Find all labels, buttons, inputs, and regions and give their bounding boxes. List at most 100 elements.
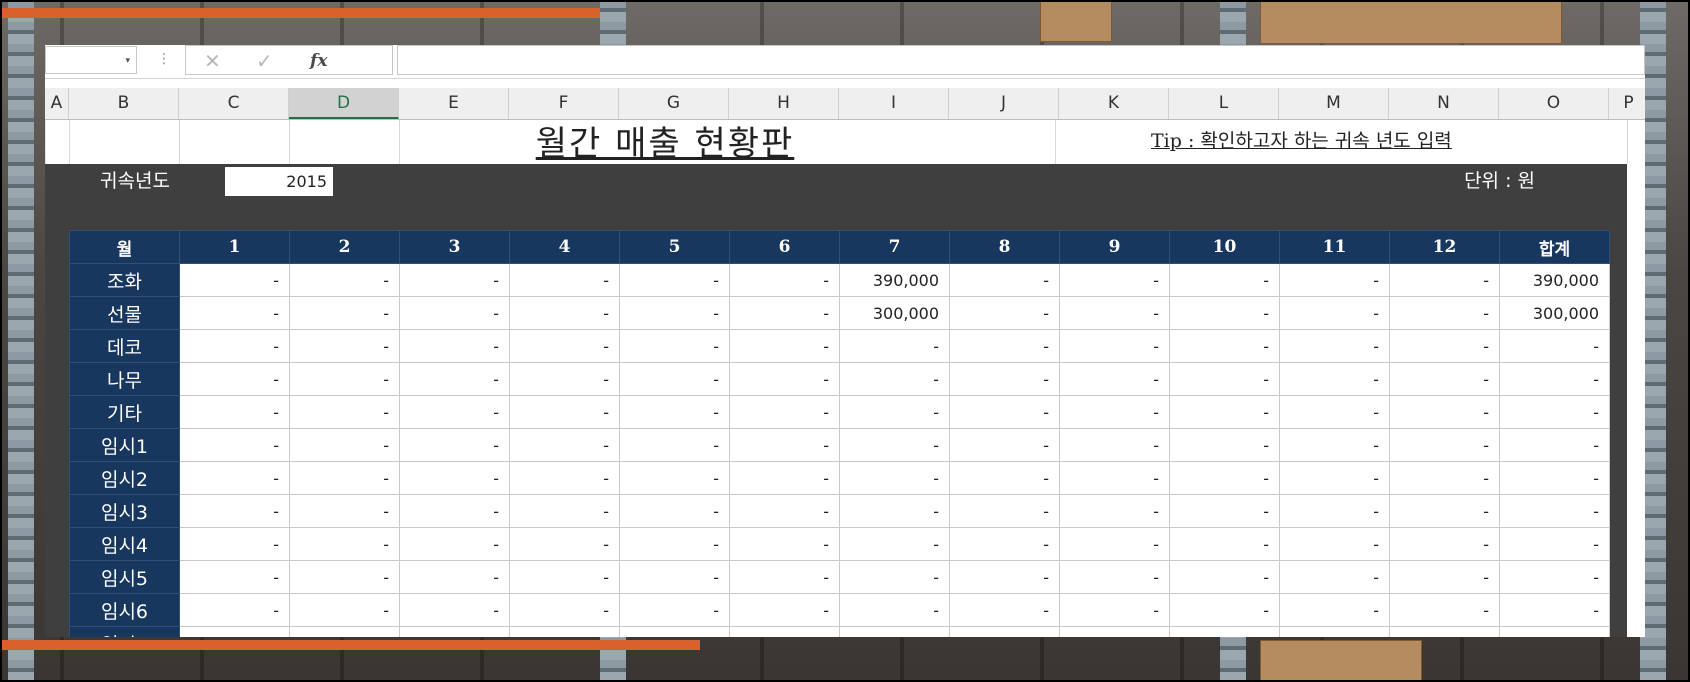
table-cell[interactable]: -	[839, 362, 950, 396]
table-cell[interactable]: -	[1169, 395, 1280, 429]
table-cell[interactable]: -	[1279, 296, 1390, 330]
table-cell[interactable]: -	[1389, 263, 1500, 297]
table-cell[interactable]: -	[1059, 428, 1170, 462]
table-cell[interactable]: -	[399, 263, 510, 297]
table-cell[interactable]: -	[1499, 527, 1610, 561]
year-input-cell[interactable]: 2015	[225, 167, 333, 196]
table-cell[interactable]: -	[1059, 494, 1170, 528]
table-cell[interactable]: -	[289, 461, 400, 495]
table-cell[interactable]: -	[1059, 461, 1170, 495]
table-cell[interactable]: -	[1169, 362, 1280, 396]
table-cell[interactable]: -	[949, 494, 1060, 528]
table-cell[interactable]: -	[1499, 494, 1610, 528]
table-cell[interactable]: -	[1279, 263, 1390, 297]
table-cell[interactable]: -	[509, 263, 620, 297]
column-header-b[interactable]: B	[69, 88, 179, 119]
table-header-cell[interactable]: 합계	[1499, 230, 1610, 264]
table-cell[interactable]: -	[1389, 329, 1500, 363]
table-cell[interactable]: -	[289, 626, 400, 637]
table-cell[interactable]: -	[619, 362, 730, 396]
table-cell[interactable]: 20,000	[1499, 626, 1610, 637]
column-header-f[interactable]: F	[509, 88, 619, 119]
table-cell[interactable]: -	[289, 593, 400, 627]
sheet-grid[interactable]: 월간 매출 현황판 Tip : 확인하고자 하는 귀속 년도 입력 귀속년도 2…	[45, 120, 1645, 637]
table-cell[interactable]: -	[949, 560, 1060, 594]
table-cell[interactable]: -	[399, 329, 510, 363]
table-cell[interactable]: -	[179, 329, 290, 363]
table-cell[interactable]: -	[399, 494, 510, 528]
table-cell[interactable]: -	[179, 527, 290, 561]
table-cell[interactable]: -	[619, 626, 730, 637]
table-cell[interactable]: -	[509, 296, 620, 330]
table-cell[interactable]: -	[509, 362, 620, 396]
table-cell[interactable]: -	[1169, 461, 1280, 495]
chevron-down-icon[interactable]: ▾	[125, 56, 130, 66]
column-header-n[interactable]: N	[1389, 88, 1499, 119]
column-header-d[interactable]: D	[289, 88, 399, 119]
table-cell[interactable]: -	[1059, 560, 1170, 594]
table-header-cell[interactable]: 7	[839, 230, 950, 264]
column-header-g[interactable]: G	[619, 88, 729, 119]
table-cell[interactable]: -	[1169, 263, 1280, 297]
table-cell[interactable]: -	[1499, 461, 1610, 495]
row-header-cell[interactable]: 나무	[69, 362, 180, 396]
table-header-cell[interactable]: 4	[509, 230, 620, 264]
table-cell[interactable]: 390,000	[839, 263, 950, 297]
table-cell[interactable]: -	[509, 461, 620, 495]
table-cell[interactable]: -	[179, 461, 290, 495]
table-cell[interactable]: -	[289, 395, 400, 429]
table-cell[interactable]: -	[1389, 593, 1500, 627]
table-cell[interactable]: -	[289, 296, 400, 330]
table-cell[interactable]: -	[839, 626, 950, 637]
table-cell[interactable]: -	[399, 395, 510, 429]
table-cell[interactable]: -	[619, 329, 730, 363]
table-cell[interactable]: -	[509, 329, 620, 363]
column-header-o[interactable]: O	[1499, 88, 1609, 119]
table-cell[interactable]: -	[949, 263, 1060, 297]
table-cell[interactable]: -	[179, 263, 290, 297]
table-header-cell[interactable]: 10	[1169, 230, 1280, 264]
table-cell[interactable]: -	[1499, 395, 1610, 429]
table-cell[interactable]: -	[399, 527, 510, 561]
table-cell[interactable]: -	[1389, 461, 1500, 495]
row-header-cell[interactable]: 임시4	[69, 527, 180, 561]
table-cell[interactable]: -	[509, 560, 620, 594]
table-cell[interactable]: -	[179, 395, 290, 429]
table-cell[interactable]: -	[949, 395, 1060, 429]
table-header-cell[interactable]: 3	[399, 230, 510, 264]
table-cell[interactable]: -	[619, 395, 730, 429]
table-cell[interactable]: -	[1059, 593, 1170, 627]
table-cell[interactable]: -	[729, 329, 840, 363]
table-cell[interactable]: -	[729, 593, 840, 627]
table-cell[interactable]: -	[619, 461, 730, 495]
table-cell[interactable]: -	[729, 494, 840, 528]
cancel-icon[interactable]: ✕	[204, 49, 221, 73]
table-cell[interactable]: -	[1389, 395, 1500, 429]
table-cell[interactable]: -	[729, 626, 840, 637]
table-cell[interactable]: -	[1059, 395, 1170, 429]
table-cell[interactable]: -	[619, 263, 730, 297]
table-cell[interactable]: -	[949, 461, 1060, 495]
table-cell[interactable]: -	[729, 461, 840, 495]
name-box[interactable]: ▾	[45, 46, 137, 74]
table-cell[interactable]: -	[289, 362, 400, 396]
table-cell[interactable]: -	[1389, 560, 1500, 594]
table-cell[interactable]: -	[619, 494, 730, 528]
table-cell[interactable]: 300,000	[839, 296, 950, 330]
column-header-h[interactable]: H	[729, 88, 839, 119]
table-cell[interactable]: -	[1499, 362, 1610, 396]
table-cell[interactable]: -	[399, 362, 510, 396]
table-cell[interactable]: -	[1169, 428, 1280, 462]
table-cell[interactable]: -	[1169, 329, 1280, 363]
row-header-cell[interactable]: 임시6	[69, 593, 180, 627]
table-cell[interactable]: -	[1279, 494, 1390, 528]
table-cell[interactable]: -	[949, 428, 1060, 462]
table-cell[interactable]: -	[289, 527, 400, 561]
table-cell[interactable]: -	[1389, 527, 1500, 561]
table-cell[interactable]: -	[289, 560, 400, 594]
table-cell[interactable]: -	[1389, 494, 1500, 528]
table-cell[interactable]: -	[289, 263, 400, 297]
table-cell[interactable]: -	[729, 560, 840, 594]
column-header-a[interactable]: A	[45, 88, 69, 119]
column-header-c[interactable]: C	[179, 88, 289, 119]
